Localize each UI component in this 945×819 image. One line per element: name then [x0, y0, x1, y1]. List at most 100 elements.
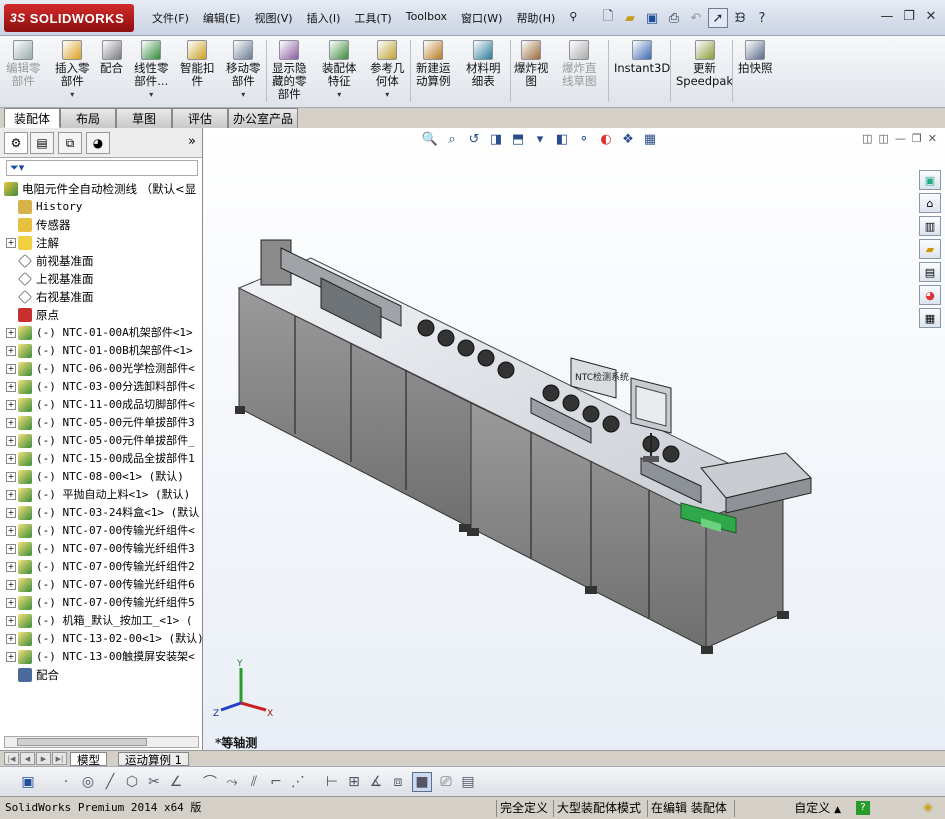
reference-geometry-button[interactable]: 参考几 何体 ▾	[370, 40, 405, 104]
tab-model[interactable]: 模型	[70, 752, 107, 767]
smart-fasteners-button[interactable]: 智能扣件	[180, 40, 215, 104]
vp-restore-icon[interactable]: ❐	[912, 132, 922, 145]
expand-icon[interactable]: +	[6, 400, 16, 410]
undo-icon[interactable]: ↶	[686, 8, 706, 28]
assembly-features-button[interactable]: 装配体 特征 ▾	[322, 40, 357, 104]
help-status-icon[interactable]: ?	[856, 801, 870, 815]
tree-item[interactable]: 传感器	[0, 216, 203, 234]
dropdown-arrow-icon[interactable]: ▾	[385, 88, 389, 101]
dynamic-annotation-icon[interactable]: ⬒	[509, 130, 527, 148]
solidworks-resources-icon[interactable]: ▣	[919, 170, 941, 190]
tree-item[interactable]: 前视基准面	[0, 252, 203, 270]
rebuild-icon[interactable]: ᙘ	[730, 8, 750, 28]
tree-item[interactable]: 右视基准面	[0, 288, 203, 306]
home-icon[interactable]: ⌂	[919, 193, 941, 213]
tree-item[interactable]: + (-) 平抛自动上料<1> (默认)	[0, 486, 203, 504]
tree-filter[interactable]: ⏷▾	[6, 160, 198, 176]
explode-line-sketch-button[interactable]: 爆炸直 线草图	[562, 40, 597, 104]
tree-item[interactable]: + (-) NTC-07-00传输光纤组件5	[0, 594, 203, 612]
tab-motion-study[interactable]: 运动算例 1	[118, 752, 189, 767]
menu-help[interactable]: 帮助(H)	[509, 10, 562, 26]
expand-icon[interactable]: +	[6, 580, 16, 590]
polygon-icon[interactable]: ⬡	[122, 772, 142, 792]
assembly-model[interactable]: NTC检测系统	[231, 228, 831, 708]
construction-icon[interactable]: ⋰	[288, 772, 308, 792]
grid-icon[interactable]: ⊞	[344, 772, 364, 792]
split-left-icon[interactable]: ◫	[862, 132, 872, 145]
tree-item[interactable]: + (-) NTC-07-00传输光纤组件<	[0, 522, 203, 540]
angle-icon[interactable]: ∠	[166, 772, 186, 792]
tree-item[interactable]: + (-) NTC-13-00触摸屏安装架<	[0, 648, 203, 666]
expand-icon[interactable]: +	[6, 472, 16, 482]
restore-icon[interactable]: ❐	[901, 8, 917, 24]
expand-icon[interactable]: +	[6, 508, 16, 518]
open-folder-icon[interactable]: ▰	[620, 8, 640, 28]
rectangle-corner-icon[interactable]: ⌐	[266, 772, 286, 792]
previous-view-icon[interactable]: ↺	[465, 130, 483, 148]
solidworks-logo[interactable]: 3S SOLIDWORKS	[4, 4, 134, 32]
shaded-view-icon[interactable]: ■	[412, 772, 432, 792]
dropdown-arrow-icon[interactable]: ▾	[241, 88, 245, 101]
extend-icon[interactable]: ⤳	[222, 772, 242, 792]
feature-manager-icon[interactable]: ⚙	[4, 132, 28, 154]
expand-icon[interactable]: +	[6, 436, 16, 446]
insert-components-button[interactable]: 插入零 部件 ▾	[55, 40, 90, 104]
edit-appearance-icon[interactable]: ◐	[597, 130, 615, 148]
tree-item[interactable]: + (-) NTC-05-00元件单拔部件3	[0, 414, 203, 432]
dropdown-arrow-icon[interactable]: ▾	[337, 88, 341, 101]
tree-item[interactable]: + (-) NTC-11-00成品切脚部件<	[0, 396, 203, 414]
design-library-icon[interactable]: ▥	[919, 216, 941, 236]
tree-item[interactable]: 原点	[0, 306, 203, 324]
custom-properties-icon[interactable]: ▦	[919, 308, 941, 328]
tree-item[interactable]: + (-) NTC-08-00<1> (默认)	[0, 468, 203, 486]
move-component-button[interactable]: 移动零 部件 ▾	[226, 40, 261, 104]
zoom-to-fit-icon[interactable]: 🔍	[421, 130, 439, 148]
tab-sketch[interactable]: 草图	[116, 108, 172, 128]
last-tab-icon[interactable]: ▶|	[52, 752, 67, 765]
expand-icon[interactable]: +	[6, 238, 16, 248]
new-motion-study-button[interactable]: 新建运 动算例	[416, 40, 451, 104]
hide-show-items-icon[interactable]: ⚬	[575, 130, 593, 148]
graphics-area[interactable]: 🔍 ⌕ ↺ ◨ ⬒ ▾ ◧ ⚬ ◐ ❖ ▦ ◫ ◫ — ❐ ✕ ▣ ⌂ ▥ ▰ …	[203, 128, 945, 750]
first-tab-icon[interactable]: |◀	[4, 752, 19, 765]
tree-root[interactable]: 电阻元件全自动检测线 （默认<显	[0, 180, 203, 198]
tree-item[interactable]: + (-) NTC-06-00光学检测部件<	[0, 360, 203, 378]
scrollbar-thumb[interactable]	[17, 738, 147, 746]
dropdown-arrow-icon[interactable]: ▾	[149, 88, 153, 101]
next-tab-icon[interactable]: ▶	[36, 752, 51, 765]
instant3d-button[interactable]: Instant3D	[614, 40, 670, 104]
select-cursor-icon[interactable]: ➚	[708, 8, 728, 28]
fillet-icon[interactable]: ⌒	[200, 772, 220, 792]
help-icon[interactable]: ?	[752, 8, 772, 28]
tab-layout[interactable]: 布局	[60, 108, 116, 128]
tree-item[interactable]: + (-) NTC-07-00传输光纤组件2	[0, 558, 203, 576]
configuration-manager-icon[interactable]: ⧉	[58, 132, 82, 154]
trim-icon[interactable]: ✂	[144, 772, 164, 792]
close-icon[interactable]: ✕	[923, 8, 939, 24]
menu-toolbox[interactable]: Toolbox	[399, 10, 454, 26]
prev-tab-icon[interactable]: ◀	[20, 752, 35, 765]
tree-item[interactable]: + (-) 机箱_默认_按加工_<1> (	[0, 612, 203, 630]
tree-item[interactable]: 配合	[0, 666, 203, 684]
expand-icon[interactable]: +	[6, 454, 16, 464]
tree-item[interactable]: 上视基准面	[0, 270, 203, 288]
update-speedpak-button[interactable]: 更新 Speedpak	[676, 40, 733, 104]
expand-icon[interactable]: +	[6, 526, 16, 536]
tree-item[interactable]: + (-) NTC-05-00元件单拔部件_	[0, 432, 203, 450]
view-palette-icon[interactable]: ▤	[919, 262, 941, 282]
camera-icon[interactable]: ⎚	[436, 772, 456, 792]
vp-close-icon[interactable]: ✕	[928, 132, 937, 145]
print-icon[interactable]: ⎙	[664, 8, 684, 28]
file-explorer-icon[interactable]: ▰	[919, 239, 941, 259]
relation-icon[interactable]: ∡	[366, 772, 386, 792]
appearances-icon[interactable]: ◕	[919, 285, 941, 305]
tab-office-products[interactable]: 办公室产品	[228, 108, 298, 128]
tab-assembly[interactable]: 装配体	[4, 108, 60, 128]
apply-scene-icon[interactable]: ❖	[619, 130, 637, 148]
save-small-icon[interactable]: ▣	[18, 772, 38, 792]
3d-box-icon[interactable]: ⧈	[388, 772, 408, 792]
circle-icon[interactable]: ◎	[78, 772, 98, 792]
tree-item[interactable]: + (-) NTC-07-00传输光纤组件3	[0, 540, 203, 558]
offset-icon[interactable]: ⫽	[244, 772, 264, 792]
expand-icon[interactable]: +	[6, 346, 16, 356]
